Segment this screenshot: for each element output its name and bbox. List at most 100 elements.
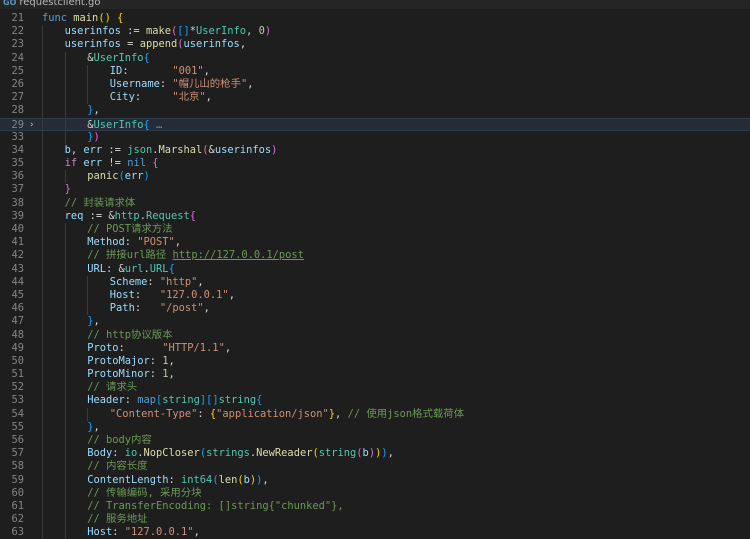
code-line[interactable]: 61 // TransferEncoding: []string{"chunked… xyxy=(0,499,750,514)
code-text: // POST请求方法 xyxy=(87,223,172,236)
code-token: main xyxy=(73,12,99,24)
code-text: if err != nil { xyxy=(65,157,159,170)
code-line[interactable]: 63 Host: "127.0.0.1", xyxy=(0,526,750,539)
code-text: }, xyxy=(87,315,100,328)
code-token: // http协议版本 xyxy=(87,328,173,341)
code-line[interactable]: 34 b, err := json.Marshal(&userinfos) xyxy=(0,143,750,158)
indent-guide xyxy=(64,262,66,276)
code-text: Proto: "HTTP/1.1", xyxy=(87,342,231,355)
code-line[interactable]: 46 Path: "/post", xyxy=(0,302,750,316)
line-number: 44 xyxy=(11,275,24,288)
code-line[interactable]: 56 // body内容 xyxy=(0,434,750,448)
indent-guide xyxy=(87,77,89,92)
code-line[interactable]: 40 // POST请求方法 xyxy=(0,223,750,237)
code-line[interactable]: 55}, xyxy=(0,420,750,434)
code-line[interactable]: 49 Proto: "HTTP/1.1", xyxy=(0,341,750,355)
code-line[interactable]: 50 ProtoMajor: 1, xyxy=(0,354,750,369)
code-text: Path: "/post", xyxy=(110,302,210,315)
code-line[interactable]: 44 Scheme: "http", xyxy=(0,275,750,289)
code-text: // 传输编码, 采用分块 xyxy=(87,487,201,500)
code-token: io xyxy=(124,447,138,460)
code-line[interactable]: 42 // 拼接url路径 http://127.0.0.1/post xyxy=(0,249,750,263)
line-number: 41 xyxy=(11,236,24,249)
line-number: 53 xyxy=(11,394,24,407)
code-line[interactable]: 53 Header: map[string][]string{ xyxy=(0,394,750,408)
line-number: 24 xyxy=(11,51,24,64)
indent-guide xyxy=(64,288,66,303)
code-token: strings xyxy=(206,447,250,460)
line-number: 42 xyxy=(11,249,24,262)
code-text: b, err := json.Marshal(&userinfos) xyxy=(65,144,278,157)
code-token: // 使用json格式载荷体 xyxy=(347,407,465,420)
code-line[interactable]: 23 userinfos = append(userinfos, xyxy=(0,38,750,52)
indent-guide xyxy=(64,394,66,408)
code-line[interactable]: 43 URL: &url.URL{ xyxy=(0,262,750,276)
code-line[interactable]: 39 req := &http.Request{ xyxy=(0,209,750,223)
code-line[interactable]: 54 "Content-Type": {"application/json"}, … xyxy=(0,407,750,421)
code-text: ContentLength: int64(len(b)), xyxy=(87,474,269,487)
code-text: Header: map[string][]string{ xyxy=(87,394,262,407)
code-line[interactable]: 28}, xyxy=(0,104,750,118)
code-token: : xyxy=(134,288,160,301)
indent-guide xyxy=(42,434,43,448)
code-line[interactable]: 38 // 封装请求体 xyxy=(0,196,750,210)
code-line[interactable]: 52 // 请求头 xyxy=(0,381,750,395)
file-tab-label: requestclient.go xyxy=(19,0,101,8)
code-text: // 请求头 xyxy=(87,381,137,394)
code-line[interactable]: 60 // 传输编码, 采用分块 xyxy=(0,486,750,500)
code-line[interactable]: 27 City: "北京", xyxy=(0,91,750,105)
code-editor[interactable]: GO requestclient.go 21 func main() {22 use… xyxy=(0,0,750,539)
code-token: = xyxy=(120,38,140,51)
indent-guide xyxy=(64,249,66,263)
file-tab[interactable]: GO requestclient.go xyxy=(0,0,101,9)
indent-guide xyxy=(42,341,43,355)
code-line[interactable]: 33}) xyxy=(0,130,750,144)
code-line[interactable]: 59 ContentLength: int64(len(b)), xyxy=(0,473,750,487)
code-token: { xyxy=(189,209,197,222)
line-number: 54 xyxy=(11,407,24,420)
code-line[interactable]: 45 Host: "127.0.0.1", xyxy=(0,288,750,303)
line-number: 39 xyxy=(11,209,24,222)
code-line[interactable]: 25 ID: "001", xyxy=(0,64,750,78)
code-line[interactable]: 58 // 内容长度 xyxy=(0,460,750,474)
indent-guide xyxy=(64,447,66,461)
code-line[interactable]: 51 ProtoMinor: 1, xyxy=(0,368,750,382)
code-token: nil xyxy=(127,157,146,170)
code-line[interactable]: 22 userinfos := make([]*UserInfo, 0) xyxy=(0,25,750,39)
code-token: City xyxy=(109,91,135,104)
code-token: : xyxy=(159,77,173,90)
indent-guide xyxy=(64,420,66,434)
code-line[interactable]: 26 Username: "帽儿山的枪手", xyxy=(0,77,750,92)
code-line[interactable]: 36 panic(err) xyxy=(0,170,750,184)
indent-guide xyxy=(42,447,43,461)
indent-guide xyxy=(64,315,66,329)
code-token: panic xyxy=(87,170,119,183)
code-line[interactable]: 47}, xyxy=(0,315,750,329)
indent-guide xyxy=(42,38,43,52)
line-number: 55 xyxy=(11,420,24,433)
indent-guide xyxy=(87,302,89,316)
code-line[interactable]: 41 Method: "POST", xyxy=(0,236,750,250)
line-number: 26 xyxy=(11,77,24,90)
code-token: , xyxy=(205,91,212,104)
indent-guide xyxy=(42,91,43,105)
code-line[interactable]: 29 › &UserInfo{ … xyxy=(0,117,750,131)
code-line[interactable]: 57 Body: io.NopCloser(strings.NewReader(s… xyxy=(0,447,750,461)
code-token: : xyxy=(124,236,138,249)
code-line[interactable]: 48 // http协议版本 xyxy=(0,328,750,342)
code-line[interactable]: 24 &UserInfo{ xyxy=(0,51,750,65)
code-token: Host xyxy=(109,288,135,301)
code-line[interactable]: 62 // 服务地址 xyxy=(0,513,750,527)
code-line[interactable]: 35 if err != nil { xyxy=(0,157,750,171)
line-number: 25 xyxy=(11,64,24,77)
code-token: UserInfo xyxy=(93,118,144,131)
code-line[interactable]: 21 func main() { xyxy=(0,12,750,25)
code-area[interactable]: 21 func main() {22 userinfos := make([]*Us… xyxy=(0,12,750,539)
code-token: , xyxy=(193,526,200,539)
code-token: json xyxy=(127,143,153,156)
code-line[interactable]: 37} xyxy=(0,183,750,197)
indent-guide xyxy=(64,118,66,130)
code-token: UserInfo xyxy=(93,51,144,64)
code-token: Body xyxy=(87,447,113,460)
code-token: URL xyxy=(87,262,106,275)
